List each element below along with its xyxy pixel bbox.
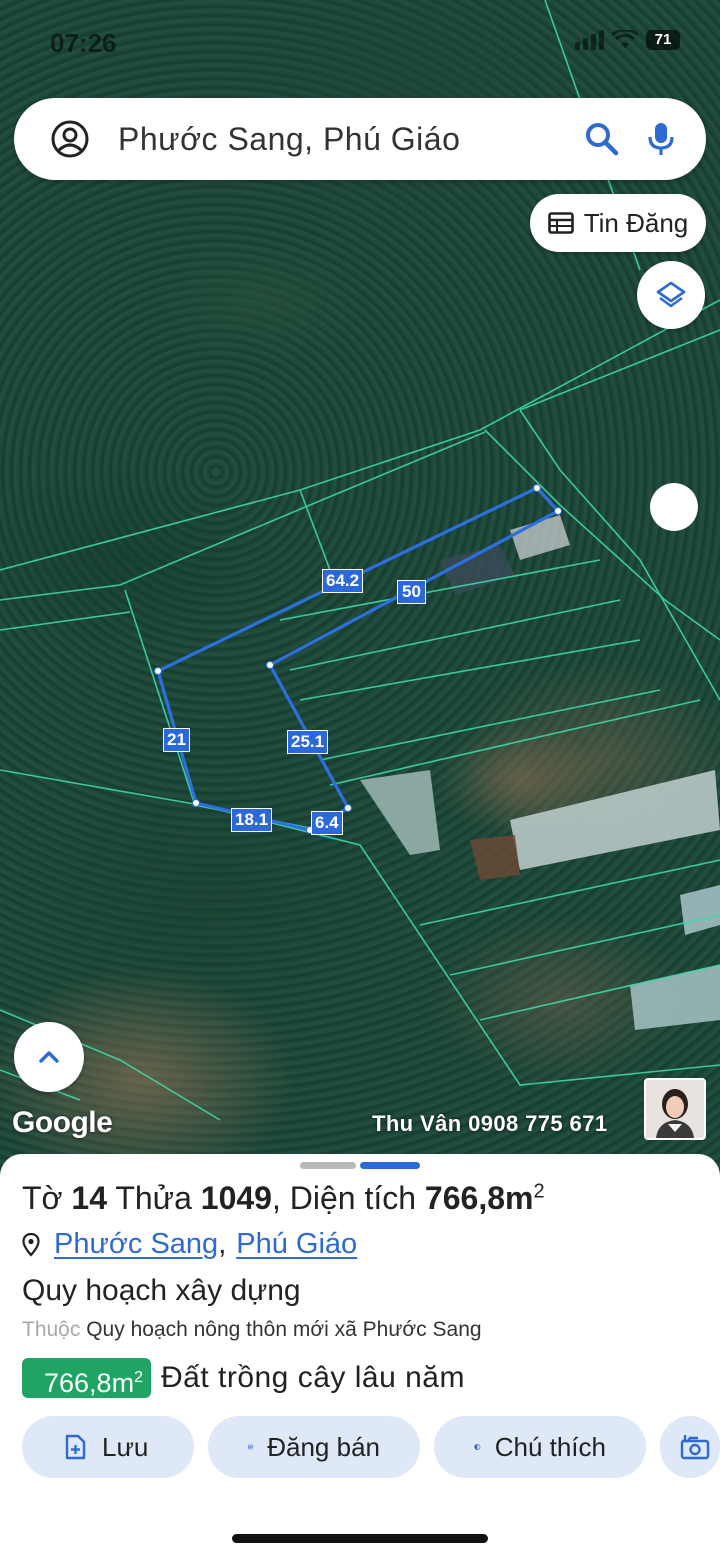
- parcel-title: Tờ 14 Thửa 1049, Diện tích 766,8m2: [22, 1180, 545, 1216]
- legend-button[interactable]: Chú thích: [434, 1416, 646, 1478]
- add-photo-icon: [680, 1435, 710, 1460]
- layers-button[interactable]: [637, 261, 705, 329]
- listings-button[interactable]: Tin Đăng: [530, 194, 706, 252]
- post-for-sale-button[interactable]: Đăng bán: [208, 1416, 420, 1478]
- cellular-signal-icon: [575, 30, 604, 50]
- land-area-badge: 766,8m2: [22, 1358, 151, 1398]
- measurement-label: 18.1: [231, 808, 273, 832]
- location-pin-icon: [22, 1232, 40, 1257]
- post-for-sale-label: Đăng bán: [267, 1431, 380, 1462]
- land-use-row: 766,8m2 Đất trồng cây lâu năm: [22, 1358, 465, 1398]
- search-bar[interactable]: Phước Sang, Phú Giáo: [14, 98, 706, 180]
- measurement-label: 6.4: [311, 811, 343, 835]
- legend-button-label: Chú thích: [494, 1431, 606, 1462]
- table-icon: [547, 212, 574, 234]
- avatar-image: [646, 1080, 704, 1138]
- location-separator: ,: [218, 1228, 227, 1260]
- google-logo: Google: [12, 1106, 113, 1139]
- building-roof: [360, 770, 440, 855]
- contact-watermark: Thu Vân 0908 775 671: [372, 1111, 608, 1136]
- agent-avatar[interactable]: [644, 1078, 706, 1140]
- district-link[interactable]: Phú Giáo: [236, 1228, 357, 1261]
- map-scroll-handle[interactable]: [650, 483, 698, 531]
- layers-icon: [656, 281, 686, 308]
- battery-icon: 71: [646, 30, 680, 50]
- plan-belongs: Thuộc Quy hoạch nông thôn mới xã Phước S…: [22, 1318, 482, 1342]
- add-photo-button[interactable]: [660, 1416, 720, 1478]
- building-roof: [680, 885, 720, 935]
- sheet-drag-handle[interactable]: [300, 1162, 420, 1169]
- status-time: 07:26: [50, 28, 117, 58]
- account-icon[interactable]: [50, 119, 90, 159]
- expand-sheet-button[interactable]: [14, 1022, 84, 1092]
- commune-link[interactable]: Phước Sang: [54, 1228, 218, 1261]
- listings-button-label: Tin Đăng: [583, 207, 689, 238]
- parcel-info-sheet: Tờ 14 Thửa 1049, Diện tích 766,8m2 Phước…: [0, 1154, 720, 1558]
- measurement-label: 21: [163, 728, 190, 752]
- measurement-label: 50: [397, 580, 426, 604]
- belongs-prefix: Thuộc: [22, 1318, 81, 1341]
- status-icons: 71: [575, 30, 680, 50]
- belongs-text: Quy hoạch nông thôn mới xã Phước Sang: [86, 1318, 482, 1341]
- save-button[interactable]: Lưu: [22, 1416, 194, 1478]
- home-indicator[interactable]: [232, 1534, 488, 1543]
- search-icon[interactable]: [584, 121, 620, 157]
- building-roof: [470, 835, 520, 880]
- parcel-vertices: [154, 484, 562, 834]
- action-buttons: Lưu Đăng bán Chú thích: [22, 1416, 720, 1478]
- plan-title: Quy hoạch xây dựng: [22, 1274, 301, 1307]
- wifi-icon: [612, 30, 638, 48]
- table-icon: [248, 1444, 254, 1450]
- measurement-label: 64.2: [322, 569, 364, 593]
- land-type: Đất trồng cây lâu năm: [160, 1361, 465, 1394]
- mic-icon[interactable]: [646, 121, 676, 157]
- satellite-map[interactable]: 64.2 50 21 25.1 18.1 6.4 07:26 71 Phước …: [0, 0, 720, 1180]
- contrast-icon: [474, 1443, 481, 1451]
- chevron-up-icon: [39, 1051, 59, 1063]
- measurement-label: 25.1: [287, 730, 329, 754]
- parcel-location: Phước Sang , Phú Giáo: [22, 1228, 357, 1261]
- search-input[interactable]: Phước Sang, Phú Giáo: [118, 121, 584, 158]
- add-file-icon: [65, 1434, 86, 1460]
- save-button-label: Lưu: [102, 1431, 149, 1462]
- building-roof: [510, 770, 720, 870]
